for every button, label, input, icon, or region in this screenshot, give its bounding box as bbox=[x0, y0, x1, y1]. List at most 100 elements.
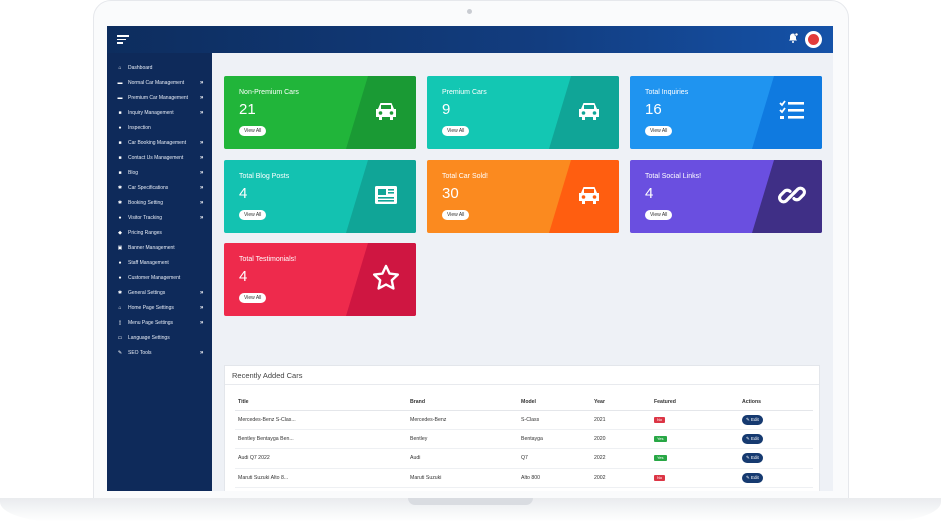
sidebar-item[interactable]: ■ Blog » bbox=[107, 165, 212, 180]
sidebar-item[interactable]: ▣ Banner Management bbox=[107, 240, 212, 255]
chevron-right-icon: » bbox=[200, 139, 204, 146]
stat-card: Total Blog Posts 4 View All bbox=[224, 160, 416, 233]
car-icon bbox=[371, 96, 401, 126]
notification-icon[interactable] bbox=[787, 32, 799, 44]
users-icon: ● bbox=[118, 260, 122, 266]
sidebar-item[interactable]: ▬ Premium Car Management » bbox=[107, 90, 212, 105]
view-all-button[interactable]: View All bbox=[239, 210, 267, 220]
keyboard-icon: ▭ bbox=[117, 335, 123, 341]
cell-model: Alto 800 bbox=[518, 468, 591, 489]
cell-featured: Yes bbox=[651, 448, 739, 469]
table-row: Mercedes-Benz S-Clas... Mercedes-Benz S-Cl… bbox=[235, 410, 813, 430]
cell-brand: Maruti Suzuki bbox=[407, 487, 518, 491]
sidebar-item[interactable]: ⌂ Home Page Settings » bbox=[107, 300, 212, 315]
featured-badge: No bbox=[654, 474, 666, 481]
cell-year: 2020 bbox=[591, 429, 651, 450]
sidebar-item-label: Car Booking Management bbox=[128, 139, 187, 146]
featured-badge: Yes bbox=[654, 455, 667, 462]
sidebar-item[interactable]: ● Staff Management bbox=[107, 255, 212, 270]
sidebar-item[interactable]: ■ Car Booking Management » bbox=[107, 135, 212, 150]
sidebar-item-label: SEO Tools bbox=[128, 349, 152, 356]
users-icon: ● bbox=[118, 125, 122, 131]
edit-button[interactable]: ✎ Edit bbox=[742, 414, 763, 425]
laptop-camera bbox=[467, 9, 472, 14]
view-all-button[interactable]: View All bbox=[442, 210, 470, 220]
column-header-featured: Featured bbox=[651, 394, 739, 411]
sidebar-item-label: Home Page Settings bbox=[128, 304, 174, 311]
chevron-right-icon: » bbox=[200, 289, 204, 296]
stat-card: Total Inquiries 16 View All bbox=[630, 76, 822, 149]
cell-model: Bentayga bbox=[518, 429, 591, 450]
sidebar-item[interactable]: ● Visitor Tracking » bbox=[107, 210, 212, 225]
sidebar-item-label: Inquiry Management bbox=[128, 109, 174, 116]
table-row: Maruti Suzuki Alto 8... Maruti Suzuki Alto… bbox=[235, 468, 813, 489]
sidebar-item[interactable]: ● Customer Management bbox=[107, 270, 212, 285]
view-all-button[interactable]: View All bbox=[442, 126, 470, 136]
sidebar-item[interactable]: ■ Inquiry Management » bbox=[107, 105, 212, 120]
edit-label: Edit bbox=[751, 436, 759, 442]
cell-title: Mercedes-Benz S-Clas... bbox=[235, 410, 407, 430]
card-title: Total Blog Posts bbox=[239, 173, 290, 180]
view-all-button[interactable]: View All bbox=[645, 126, 673, 136]
chevron-right-icon: » bbox=[200, 109, 204, 116]
card-title: Non-Premium Cars bbox=[239, 89, 299, 96]
sidebar-item[interactable]: ■ Contact Us Management » bbox=[107, 150, 212, 165]
chevron-right-icon: » bbox=[200, 214, 204, 221]
users-icon: ● bbox=[118, 275, 122, 281]
view-all-button[interactable]: View All bbox=[239, 293, 267, 303]
sidebar-item[interactable]: ✱ Booking Setting » bbox=[107, 195, 212, 210]
sidebar-item[interactable]: ● Inspection bbox=[107, 120, 212, 135]
sidebar-item-label: Booking Setting bbox=[128, 199, 164, 206]
card-value: 4 bbox=[239, 268, 248, 285]
edit-button[interactable]: ✎ Edit bbox=[742, 453, 763, 464]
sidebar-item[interactable]: ✱ Car Specifications » bbox=[107, 180, 212, 195]
sidebar-item-label: Customer Management bbox=[128, 274, 181, 281]
column-header-brand: Brand bbox=[407, 394, 518, 411]
cell-actions: ✎ Edit bbox=[739, 448, 813, 469]
sidebar-item[interactable]: ⌂ Dashboard bbox=[107, 60, 212, 75]
car-icon: ▬ bbox=[117, 80, 123, 86]
column-header-title: Title bbox=[235, 394, 407, 411]
card-value: 30 bbox=[442, 185, 459, 202]
view-all-button[interactable]: View All bbox=[239, 126, 267, 136]
cell-year: 2002 bbox=[591, 468, 651, 489]
laptop-notch bbox=[408, 498, 533, 505]
sidebar-item-label: Dashboard bbox=[128, 64, 153, 71]
card-title: Total Car Sold! bbox=[442, 173, 488, 180]
user-avatar[interactable] bbox=[805, 31, 822, 48]
menu-toggle-icon[interactable] bbox=[117, 35, 129, 44]
sidebar-item[interactable]: ▯ Menu Page Settings » bbox=[107, 315, 212, 330]
sidebar-item-label: Blog bbox=[128, 169, 139, 176]
sidebar-item[interactable]: ✎ SEO Tools » bbox=[107, 345, 212, 360]
edit-button[interactable]: ✎ Edit bbox=[742, 434, 763, 445]
cell-year: 2017 bbox=[591, 487, 651, 491]
recent-cars-panel: Recently Added Cars Title Brand Model Ye… bbox=[224, 365, 820, 491]
stat-card: Total Testimonials! 4 View All bbox=[224, 243, 416, 316]
car-icon bbox=[574, 180, 604, 210]
sidebar-item[interactable]: ▭ Language Settings bbox=[107, 330, 212, 345]
sidebar-item[interactable]: ▬ Normal Car Management » bbox=[107, 75, 212, 90]
cell-brand: Mercedes-Benz bbox=[407, 410, 518, 430]
edit-button[interactable]: ✎ Edit bbox=[742, 472, 763, 483]
app-screen: ⌂ Dashboard ▬ Normal Car Management » ▬ Premiu… bbox=[107, 26, 833, 491]
sidebar-item-label: Language Settings bbox=[128, 334, 170, 341]
sidebar-item[interactable]: ◆ Pricing Ranges bbox=[107, 225, 212, 240]
column-header-year: Year bbox=[591, 394, 651, 411]
sidebar-item-label: Premium Car Management bbox=[128, 94, 189, 101]
chevron-right-icon: » bbox=[200, 349, 204, 356]
chevron-right-icon: » bbox=[200, 154, 204, 161]
sidebar-item-label: Visitor Tracking bbox=[128, 214, 163, 221]
card-value: 9 bbox=[442, 101, 451, 118]
chevron-right-icon: » bbox=[200, 304, 204, 311]
chevron-right-icon: » bbox=[200, 319, 204, 326]
featured-badge: No bbox=[654, 416, 666, 423]
cell-actions: ✎ Edit bbox=[739, 429, 813, 450]
edit-label: Edit bbox=[751, 474, 759, 480]
cell-brand: Maruti Suzuki bbox=[407, 468, 518, 489]
cell-featured: No bbox=[651, 468, 739, 489]
stat-card: Total Social Links! 4 View All bbox=[630, 160, 822, 233]
card-title: Premium Cars bbox=[442, 89, 487, 96]
edit-label: Edit bbox=[751, 455, 759, 461]
sidebar-item[interactable]: ✱ General Settings » bbox=[107, 285, 212, 300]
view-all-button[interactable]: View All bbox=[645, 210, 673, 220]
